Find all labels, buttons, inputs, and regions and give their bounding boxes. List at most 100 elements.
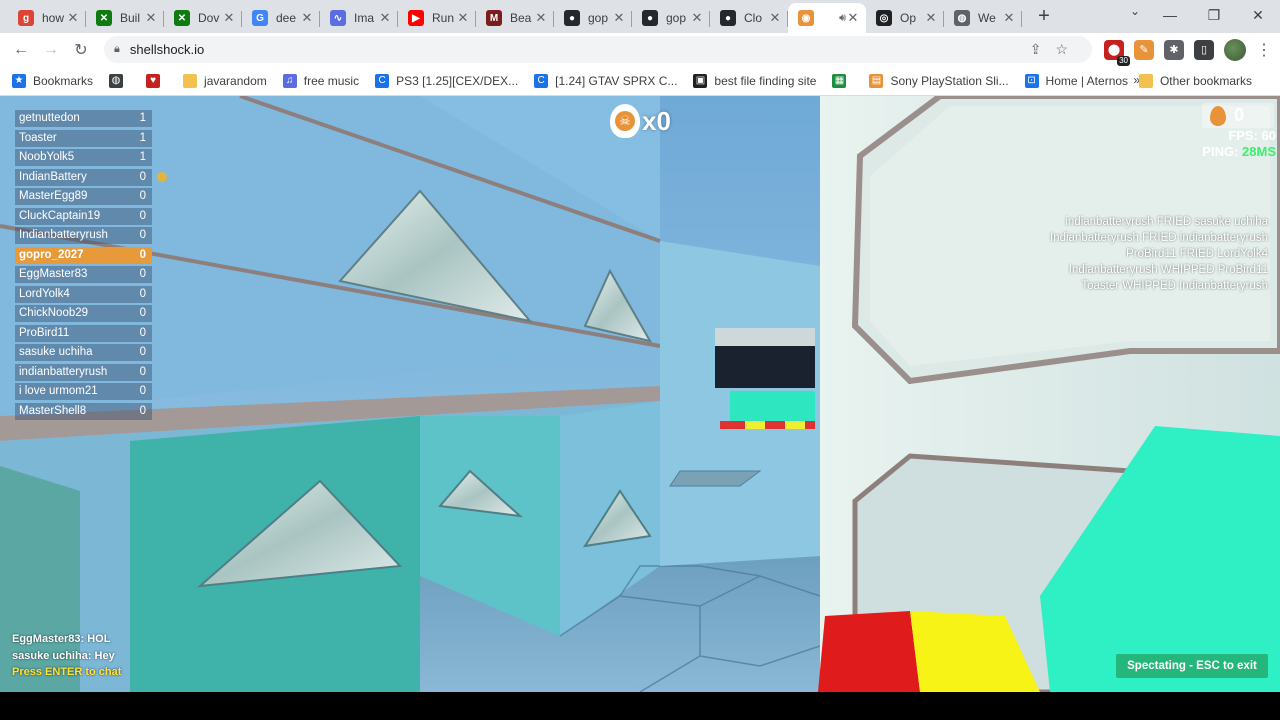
player-name: EggMaster83 [19, 268, 88, 280]
speaker-icon[interactable]: 🔊︎ [839, 12, 846, 25]
player-name: getnuttedon [19, 112, 80, 124]
extension-icon[interactable]: ✎ [1134, 40, 1154, 60]
tab-title: gop [666, 11, 687, 25]
reload-button[interactable]: ↻ [66, 40, 96, 60]
medal-icon [157, 171, 167, 182]
player-score: 0 [139, 248, 146, 261]
extension-icon[interactable]: ▯ [1194, 40, 1214, 60]
close-tab-icon[interactable]: ✕ [924, 10, 938, 26]
bookmark-icon: ♥ [146, 73, 161, 88]
close-tab-icon[interactable]: ✕ [144, 10, 158, 26]
bookmark-item[interactable]: ▤ Sony PlayStation Sli... [869, 73, 1009, 88]
player-name: LordYolk4 [19, 287, 70, 300]
tab-favicon-icon: ✕ [174, 10, 190, 26]
browser-tab[interactable]: ● Clo ✕ [710, 3, 788, 33]
tab-favicon-icon: g [18, 10, 34, 26]
close-tab-icon[interactable]: ✕ [768, 10, 782, 26]
close-tab-icon[interactable]: ✕ [612, 10, 626, 26]
close-tab-icon[interactable]: ✕ [378, 10, 392, 26]
scoreboard-row: ProBird11 0 [15, 324, 152, 342]
browser-tab[interactable]: ✕ Dov ✕ [164, 3, 242, 33]
bookmark-item[interactable]: ⊡ Home | Aternos [1024, 73, 1128, 88]
spectating-banner[interactable]: Spectating - ESC to exit [1116, 654, 1268, 678]
browser-tab[interactable]: Gdee ✕ [242, 3, 320, 33]
browser-tab[interactable]: ● gop ✕ [554, 3, 632, 33]
scoreboard-row: gopro_2027 0 [15, 246, 152, 264]
close-tab-icon[interactable]: ✕ [690, 10, 704, 26]
close-tab-icon[interactable]: ✕ [1002, 10, 1016, 26]
back-button[interactable]: ← [6, 41, 36, 59]
new-tab-button[interactable]: + [1030, 3, 1058, 31]
browser-tab[interactable]: ✕ Buil ✕ [86, 3, 164, 33]
bookmarks-bar: ★ Bookmarks ◍ ♥ javarandom ♫ free music C PS3 [1… [0, 66, 1280, 96]
bookmark-item[interactable]: C [1.24] GTAV SPRX C... [534, 73, 677, 88]
bookmark-label: best file finding site [714, 73, 817, 88]
tab-favicon-icon: ◉ [798, 10, 814, 26]
kill-count: x0 [642, 105, 671, 136]
close-tab-icon[interactable]: ✕ [300, 10, 314, 26]
game-viewport[interactable]: getnuttedon 1 Toaster 1 NoobYolk5 1 IndianBatt… [0, 96, 1280, 692]
bookmark-item[interactable]: ▣ best file finding site [693, 73, 817, 88]
other-bookmarks-folder[interactable]: Other bookmarks [1138, 66, 1252, 96]
bookmark-item[interactable]: ▦ [832, 73, 853, 88]
close-tab-icon[interactable]: ✕ [456, 10, 470, 26]
ping-value: 28MS [1242, 144, 1276, 159]
player-name: Indianbatteryrush [19, 229, 108, 241]
bookmark-icon: ▣ [693, 73, 708, 88]
bookmark-item[interactable]: ◍ [109, 73, 130, 88]
scoreboard: getnuttedon 1 Toaster 1 NoobYolk5 1 IndianBatt… [15, 110, 167, 422]
bookmark-icon: ▤ [869, 73, 884, 88]
bookmark-icon: C [534, 73, 549, 88]
browser-tab[interactable]: ∿ Ima ✕ [320, 3, 398, 33]
player-score: 1 [139, 151, 146, 163]
close-tab-icon[interactable]: ✕ [846, 10, 860, 26]
bookmark-item[interactable]: ★ Bookmarks [12, 73, 93, 88]
player-score: 0 [139, 404, 146, 417]
egg-count: 0 [1234, 105, 1245, 125]
bookmark-item[interactable]: javarandom [183, 73, 267, 88]
player-score: 0 [139, 307, 146, 319]
maximize-button[interactable]: ❐ [1192, 0, 1236, 30]
browser-tab[interactable]: ● gop ✕ [632, 3, 710, 33]
scoreboard-row: indianbatteryrush 0 [15, 363, 152, 381]
fps-readout: FPS: 60 [1228, 128, 1276, 143]
browser-tab[interactable]: ▶ Run ✕ [398, 3, 476, 33]
bookmark-item[interactable]: ♥ [146, 73, 167, 88]
minimize-button[interactable]: — [1148, 0, 1192, 30]
browser-window: g how ✕ ✕ Buil ✕ ✕ Dov ✕ Gdee ✕ ∿ Ima ✕ ▶ Run ✕ M Bea ✕ ● gop… [0, 0, 1280, 720]
browser-menu-button[interactable]: ⋮ [1256, 40, 1272, 60]
scoreboard-row: i love urmom21 0 [15, 383, 152, 400]
player-score: 1 [139, 112, 146, 124]
close-tab-icon[interactable]: ✕ [534, 10, 548, 26]
forward-button[interactable]: → [36, 41, 66, 59]
close-tab-icon[interactable]: ✕ [222, 10, 236, 26]
bookmark-item[interactable]: C PS3 [1.25][CEX/DEX... [375, 73, 518, 88]
tab-favicon-icon: ◍ [954, 10, 970, 26]
player-name: ChickNoob29 [19, 307, 89, 319]
browser-tab[interactable]: ◉ 🔊︎ ✕ [788, 3, 866, 33]
bookmark-item[interactable]: ♫ free music [282, 73, 359, 88]
browser-tab[interactable]: M Bea ✕ [476, 3, 554, 33]
browser-tab[interactable]: g how ✕ [8, 3, 86, 33]
egg-counter: 0 [1202, 103, 1274, 128]
chat-hint[interactable]: Press ENTER to chat [12, 664, 121, 681]
player-name: MasterEgg89 [19, 190, 88, 202]
address-bar[interactable]: 🔒︎ shellshock.io ⇪☆ [104, 36, 1092, 63]
tab-title: dee [276, 11, 297, 25]
share-bookmark-icons[interactable]: ⇪☆ [1030, 41, 1082, 58]
tab-search-button[interactable]: ⌄ [1130, 4, 1140, 18]
browser-tab[interactable]: ◎ Op ✕ [866, 3, 944, 33]
browser-tab[interactable]: ◍ We ✕ [944, 3, 1022, 33]
player-name: indianbatteryrush [19, 365, 108, 378]
tab-favicon-icon: ✕ [96, 10, 112, 26]
profile-avatar[interactable] [1224, 39, 1246, 61]
close-window-button[interactable]: ✕ [1236, 0, 1280, 30]
extension-icon[interactable]: ⬤ 30 [1104, 40, 1130, 66]
tab-title: how [42, 11, 65, 25]
extension-icon[interactable]: ✱ [1164, 40, 1184, 60]
player-name: Toaster [19, 131, 57, 144]
scoreboard-row: getnuttedon 1 [15, 110, 152, 127]
player-name: sasuke uchiha [19, 346, 93, 358]
close-tab-icon[interactable]: ✕ [66, 10, 80, 26]
tab-favicon-icon: ∿ [330, 10, 346, 26]
